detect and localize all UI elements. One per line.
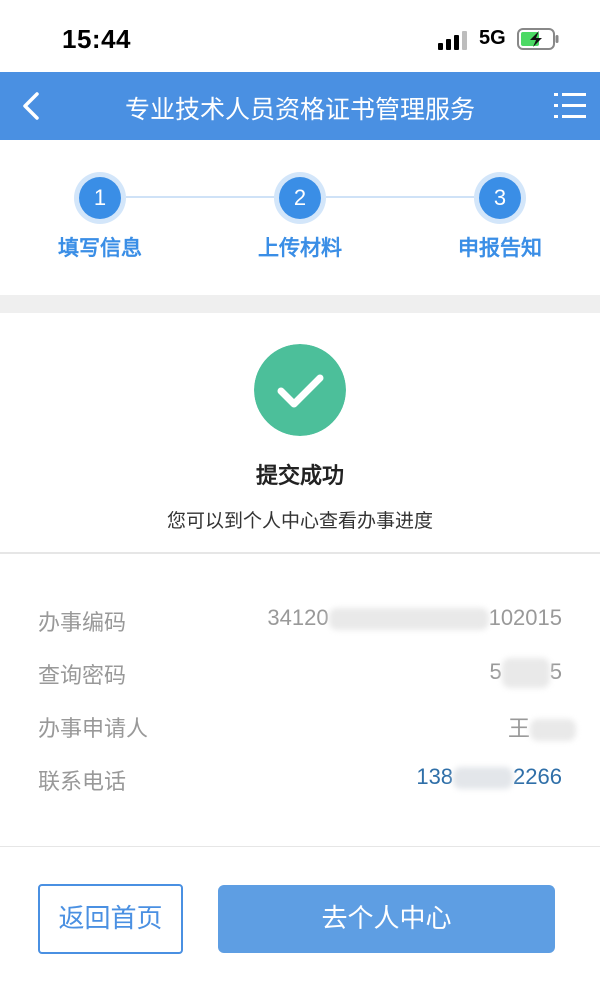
redacted-mask bbox=[530, 719, 576, 742]
network-type: 5G bbox=[479, 27, 506, 49]
info-value-phone: 138 2266 bbox=[416, 764, 562, 790]
info-value-code: 34120 102015 bbox=[267, 605, 562, 631]
info-label: 查询密码 bbox=[38, 664, 127, 689]
list-menu-icon[interactable] bbox=[552, 90, 588, 122]
chevron-left-icon[interactable] bbox=[14, 86, 50, 126]
value-part: 2266 bbox=[513, 764, 562, 789]
step-label: 上传材料 bbox=[258, 236, 342, 260]
step-connector bbox=[126, 196, 276, 198]
navbar: 专业技术人员资格证书管理服务 bbox=[0, 72, 600, 140]
step-label: 填写信息 bbox=[58, 236, 142, 260]
value-part: 5 bbox=[489, 658, 502, 684]
check-circle-icon bbox=[254, 344, 346, 436]
divider bbox=[0, 552, 600, 554]
step-number: 1 bbox=[79, 177, 121, 219]
step-number: 3 bbox=[479, 177, 521, 219]
value-part: 5 bbox=[549, 658, 562, 684]
page-title: 专业技术人员资格证书管理服务 bbox=[124, 95, 475, 124]
step-label: 申报告知 bbox=[458, 236, 542, 260]
step-number: 2 bbox=[279, 177, 321, 219]
value-part: 138 bbox=[416, 764, 454, 789]
value-part: 34120 bbox=[267, 605, 329, 630]
info-row-applicant: 办事申请人 王 bbox=[38, 711, 576, 747]
info-label: 办事申请人 bbox=[38, 717, 149, 742]
success-title: 提交成功 bbox=[255, 464, 344, 489]
back-home-button[interactable]: 返回首页 bbox=[38, 884, 183, 954]
signal-icon bbox=[438, 30, 470, 50]
info-value-password: 55 bbox=[489, 658, 562, 688]
divider bbox=[0, 846, 600, 847]
info-row-code: 办事编码 34120 102015 bbox=[38, 605, 562, 641]
value-part: 102015 bbox=[488, 605, 562, 630]
info-row-password: 查询密码 55 bbox=[38, 658, 562, 694]
value-part: 王 bbox=[507, 716, 530, 741]
status-bar: 15:44 5G bbox=[0, 0, 600, 72]
personal-center-button[interactable]: 去个人中心 bbox=[218, 885, 555, 953]
redacted-mask bbox=[328, 608, 489, 631]
redacted-mask bbox=[453, 767, 514, 790]
info-label: 联系电话 bbox=[38, 770, 127, 795]
info-value-applicant: 王 bbox=[508, 711, 576, 743]
info-row-phone: 联系电话 138 2266 bbox=[38, 764, 562, 800]
success-subtitle: 您可以到个人中心查看办事进度 bbox=[166, 510, 433, 532]
info-label: 办事编码 bbox=[38, 611, 127, 636]
step-connector bbox=[326, 196, 474, 198]
section-separator bbox=[0, 295, 600, 313]
status-time: 15:44 bbox=[62, 24, 131, 54]
redacted-mask bbox=[501, 658, 550, 688]
battery-charging-icon bbox=[517, 28, 559, 50]
progress-steps: 1 2 3 填写信息 上传材料 申报告知 bbox=[0, 140, 600, 295]
